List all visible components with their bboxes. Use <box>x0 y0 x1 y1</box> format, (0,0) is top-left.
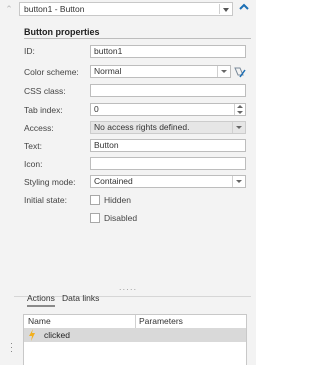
table-row[interactable]: clicked <box>24 328 246 342</box>
text-input[interactable]: Button <box>90 139 246 152</box>
css-class-label: CSS class: <box>24 86 66 96</box>
color-scheme-label: Color scheme: <box>24 67 79 77</box>
tab-index-value: 0 <box>94 104 99 114</box>
lightning-bolt-icon <box>29 329 35 341</box>
icon-input[interactable] <box>90 157 246 170</box>
chevron-up-icon <box>238 3 249 10</box>
icon-label: Icon: <box>24 159 43 169</box>
grid-header: Name Parameters <box>24 315 246 329</box>
divider <box>219 4 220 14</box>
actions-grid: Name Parameters clicked <box>23 314 247 365</box>
column-divider[interactable] <box>135 315 136 328</box>
collapse-panel-button[interactable] <box>236 2 251 16</box>
component-selector-value: button1 - Button <box>24 4 85 14</box>
access-select: No access rights defined. <box>90 121 246 134</box>
color-scheme-select[interactable]: Normal <box>90 65 231 78</box>
chevron-down-icon[interactable] <box>223 8 229 12</box>
section-divider <box>24 38 251 39</box>
splitter-handle[interactable]: ····· <box>117 286 139 294</box>
text-label: Text: <box>24 141 42 151</box>
tab-actions[interactable]: Actions <box>27 292 55 307</box>
column-header-name[interactable]: Name <box>28 315 51 327</box>
hidden-checkbox[interactable] <box>90 195 100 205</box>
dropdown-button <box>232 122 245 133</box>
more-options-icon[interactable]: · · · <box>10 340 13 356</box>
styling-mode-select[interactable]: Contained <box>90 175 246 188</box>
tab-index-label: Tab index: <box>24 105 63 115</box>
initial-state-label: Initial state: <box>24 195 67 205</box>
access-value: No access rights defined. <box>94 122 190 132</box>
column-header-parameters[interactable]: Parameters <box>139 315 183 327</box>
css-class-input[interactable] <box>90 84 246 97</box>
id-input[interactable]: button1 <box>90 45 246 58</box>
access-label: Access: <box>24 123 54 133</box>
chevron-down-icon <box>236 126 242 129</box>
tab-index-stepper[interactable]: 0 <box>90 103 246 116</box>
chevron-down-icon <box>221 70 227 73</box>
stepper-buttons[interactable] <box>234 104 245 115</box>
section-title: Button properties <box>24 27 100 37</box>
disabled-checkbox-label[interactable]: Disabled <box>104 212 137 224</box>
properties-panel: ⌃ button1 - Button Button properties ID:… <box>0 0 256 365</box>
edit-scheme-icon[interactable] <box>234 66 246 78</box>
collapse-up-icon[interactable]: ⌃ <box>4 4 14 14</box>
color-scheme-value: Normal <box>94 66 122 76</box>
styling-mode-label: Styling mode: <box>24 177 76 187</box>
disabled-checkbox[interactable] <box>90 213 100 223</box>
id-label: ID: <box>24 46 35 56</box>
chevron-down-icon <box>236 180 242 183</box>
increment-icon[interactable] <box>237 105 243 108</box>
dropdown-button[interactable] <box>232 176 245 187</box>
styling-mode-value: Contained <box>94 176 133 186</box>
decrement-icon[interactable] <box>237 111 243 114</box>
hidden-checkbox-label[interactable]: Hidden <box>104 194 131 206</box>
dropdown-button[interactable] <box>217 66 230 77</box>
tab-data-links[interactable]: Data links <box>62 292 99 304</box>
component-selector[interactable]: button1 - Button <box>19 2 233 16</box>
row-name: clicked <box>44 330 70 340</box>
